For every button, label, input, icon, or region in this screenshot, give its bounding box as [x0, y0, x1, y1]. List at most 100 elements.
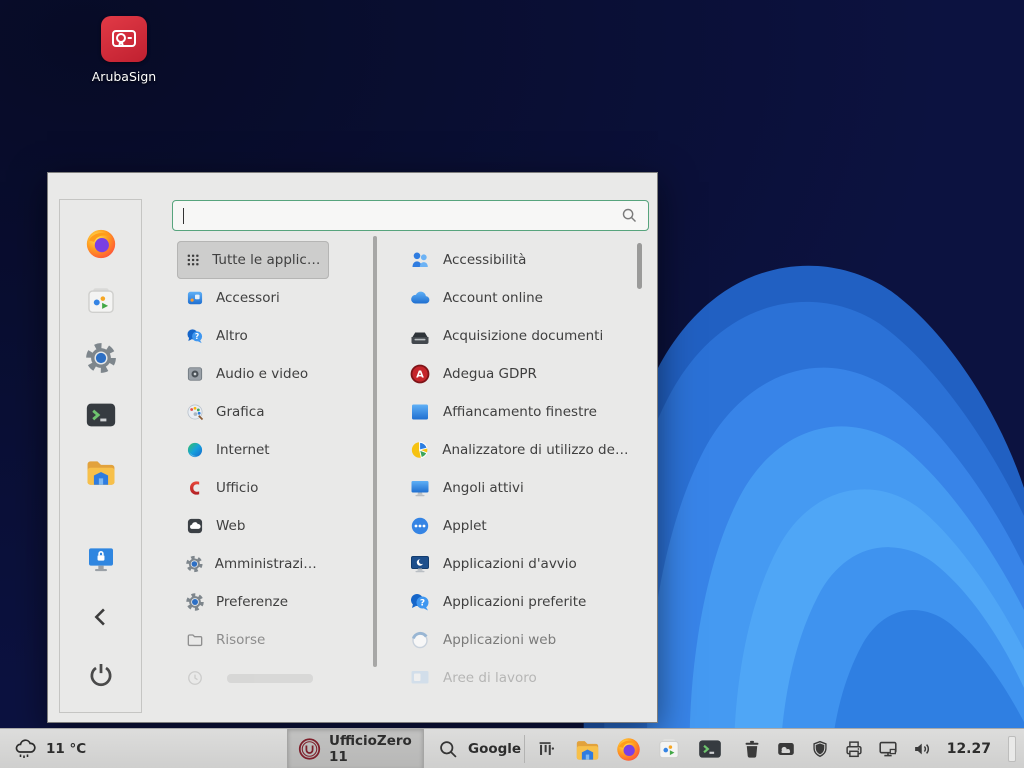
file-manager-icon — [84, 455, 118, 489]
preferences-gear-icon — [185, 592, 205, 612]
photos-icon — [775, 738, 797, 760]
taskbar-separator — [524, 735, 525, 763]
lock-screen-button[interactable] — [79, 537, 123, 581]
app-document-scanner[interactable]: Acquisizione documenti — [400, 317, 638, 355]
document-scanner-icon — [408, 324, 432, 348]
rain-cloud-icon — [12, 736, 38, 762]
app-disk-usage-analyzer[interactable]: Analizzatore di utilizzo del … — [400, 431, 638, 469]
app-accessibility[interactable]: Accessibilità — [400, 241, 638, 279]
back-chevron-icon — [87, 603, 115, 631]
printer-tray-button[interactable] — [842, 737, 866, 761]
window-list-icon — [535, 738, 557, 760]
photos-tray-button[interactable] — [774, 737, 798, 761]
software-manager-icon — [84, 284, 118, 318]
application-list: Accessibilità Account online Acquisizion… — [400, 241, 638, 697]
show-desktop-button[interactable] — [1008, 736, 1016, 762]
app-window-tiling[interactable]: Affiancamento finestre — [400, 393, 638, 431]
terminal-launcher[interactable] — [696, 735, 724, 763]
taskbar-launchers — [532, 729, 724, 768]
menu-button[interactable]: UfficioZero 11 — [287, 729, 424, 768]
favorite-firefox-button[interactable] — [79, 222, 123, 266]
app-adegua-gdpr[interactable]: A Adegua GDPR — [400, 355, 638, 393]
network-display-icon — [877, 738, 899, 760]
category-accessories[interactable]: Accessori — [177, 279, 329, 317]
hot-corners-icon — [408, 476, 432, 500]
clock[interactable]: 12.27 — [947, 741, 991, 757]
app-startup-applications[interactable]: Applicazioni d'avvio — [400, 545, 638, 583]
audio-video-icon — [185, 364, 205, 384]
favorite-terminal-button[interactable] — [79, 393, 123, 437]
text-caret — [183, 208, 184, 224]
category-other[interactable]: ? Altro — [177, 317, 329, 355]
favorite-file-manager-button[interactable] — [79, 450, 123, 494]
trash-tray-button[interactable] — [740, 737, 764, 761]
firefox-icon — [84, 227, 118, 261]
arubasign-icon — [109, 24, 139, 54]
app-preferred-applications[interactable]: ? Applicazioni preferite — [400, 583, 638, 621]
menu-button-label: UfficioZero 11 — [329, 733, 423, 765]
desktop-icon-arubasign[interactable]: ArubaSign — [82, 16, 166, 84]
favorites-sidebar — [59, 199, 142, 713]
settings-gear-icon — [84, 341, 118, 375]
category-all-applications[interactable]: Tutte le applicazioni — [177, 241, 329, 279]
app-online-accounts[interactable]: Account online — [400, 279, 638, 317]
desktop: ArubaSign — [0, 0, 1024, 768]
search-icon — [438, 739, 459, 760]
all-apps-grid-icon — [185, 250, 201, 270]
web-search-label: Google — [468, 741, 521, 757]
category-administration[interactable]: Amministrazione — [177, 545, 329, 583]
category-preferences[interactable]: Preferenze — [177, 583, 329, 621]
taskbar: 11 °C UfficioZero 11 Google — [0, 728, 1024, 768]
volume-tray-button[interactable] — [910, 737, 934, 761]
back-button[interactable] — [79, 595, 123, 639]
firefox-launcher[interactable] — [614, 735, 642, 763]
places-folder-icon — [185, 630, 205, 650]
category-recent[interactable] — [177, 659, 329, 697]
network-display-tray-button[interactable] — [876, 737, 900, 761]
weather-temperature: 11 °C — [46, 741, 86, 757]
gdpr-icon: A — [408, 362, 432, 386]
web-icon — [185, 516, 205, 536]
svg-text:?: ? — [195, 332, 199, 341]
apps-scrollbar[interactable] — [637, 243, 642, 289]
application-menu: Tutte le applicazioni Accessori ? — [47, 172, 658, 723]
app-web-apps[interactable]: Applicazioni web — [400, 621, 638, 659]
category-graphics[interactable]: Grafica — [177, 393, 329, 431]
other-category-icon: ? — [185, 326, 205, 346]
svg-text:?: ? — [420, 599, 425, 609]
firefox-icon — [615, 736, 642, 763]
faded-label-placeholder — [227, 674, 313, 683]
applet-icon — [408, 514, 432, 538]
startup-applications-icon — [408, 552, 432, 576]
web-search-button[interactable]: Google — [424, 729, 535, 768]
window-list-button[interactable] — [532, 735, 560, 763]
weather-applet[interactable]: 11 °C — [12, 729, 86, 768]
favorite-settings-button[interactable] — [79, 336, 123, 380]
lock-screen-icon — [85, 543, 117, 575]
graphics-icon — [185, 402, 205, 422]
software-manager-icon — [656, 736, 682, 762]
volume-icon — [911, 738, 933, 760]
workspaces-icon — [408, 666, 432, 690]
category-internet[interactable]: Internet — [177, 431, 329, 469]
power-button[interactable] — [79, 653, 123, 697]
printer-icon — [843, 738, 865, 760]
search-icon — [621, 207, 638, 224]
app-hot-corners[interactable]: Angoli attivi — [400, 469, 638, 507]
office-icon — [185, 478, 205, 498]
category-web[interactable]: Web — [177, 507, 329, 545]
app-applet[interactable]: Applet — [400, 507, 638, 545]
search-box[interactable] — [172, 200, 649, 231]
category-audio-video[interactable]: Audio e video — [177, 355, 329, 393]
search-input[interactable] — [186, 208, 621, 224]
file-manager-launcher[interactable] — [573, 735, 601, 763]
power-icon — [86, 660, 116, 690]
shield-tray-button[interactable] — [808, 737, 832, 761]
category-office[interactable]: Ufficio — [177, 469, 329, 507]
app-workspaces[interactable]: Aree di lavoro — [400, 659, 638, 697]
favorite-software-manager-button[interactable] — [79, 279, 123, 323]
web-apps-icon — [408, 628, 432, 652]
software-manager-launcher[interactable] — [655, 735, 683, 763]
shield-icon — [809, 738, 831, 760]
category-places[interactable]: Risorse — [177, 621, 329, 659]
